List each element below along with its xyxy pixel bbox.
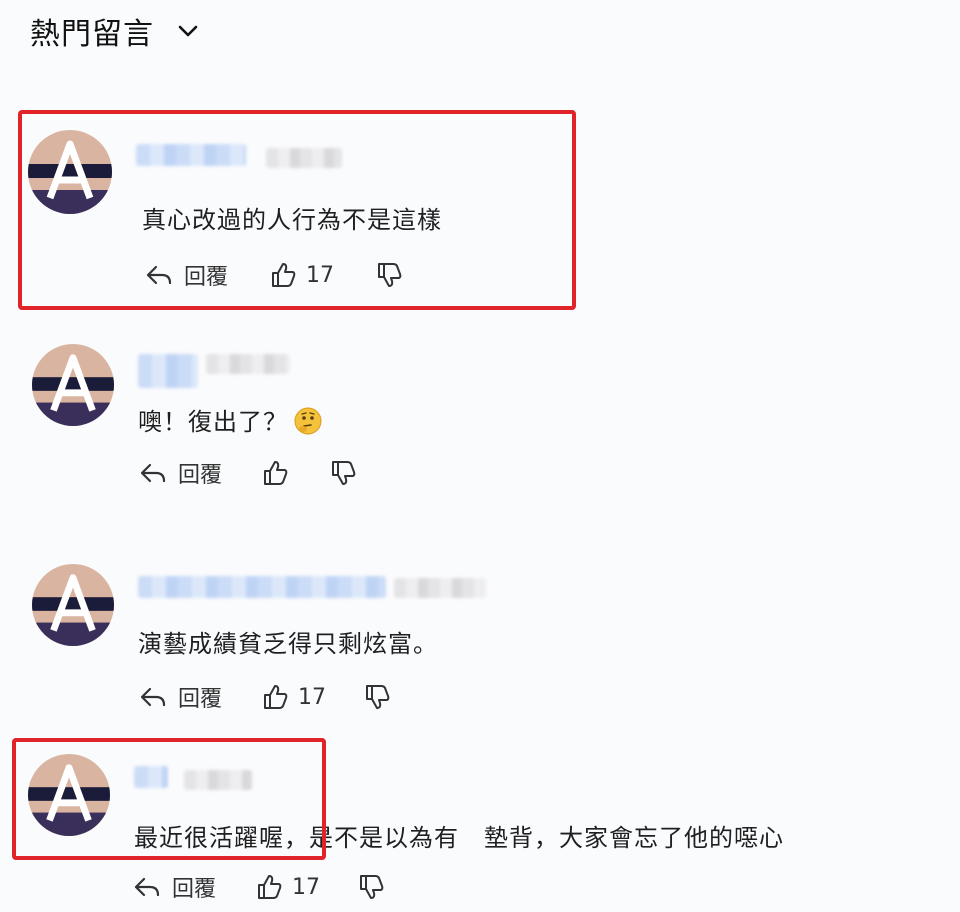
reply-icon[interactable] [138, 458, 168, 488]
reply-icon[interactable] [138, 682, 168, 712]
avatar[interactable] [32, 344, 114, 426]
comment-text: 噢！復出了？ [138, 402, 322, 437]
highlight-box [18, 110, 576, 310]
comments-sort-header[interactable]: 熱門留言 [30, 8, 200, 54]
thumbs-down-icon[interactable] [362, 682, 392, 712]
comment-text: 演藝成績貧乏得只剩炫富。 [138, 630, 438, 658]
comment-item-3: 演藝成績貧乏得只剩炫富。 回覆 17 [0, 560, 960, 720]
avatar-letter-a-icon [32, 344, 114, 426]
reply-button[interactable]: 回覆 [178, 457, 222, 489]
thinking-face-emoji-icon [294, 407, 322, 435]
timestamp-redacted [206, 354, 290, 374]
username-redacted [138, 576, 386, 598]
chevron-down-icon[interactable] [176, 19, 200, 43]
thumbs-up-icon[interactable] [260, 682, 290, 712]
comment-actions: 回覆 17 [138, 680, 392, 714]
comment-item-2: 噢！復出了？ 回覆 [0, 340, 960, 500]
reply-button[interactable]: 回覆 [178, 681, 222, 713]
reply-button[interactable]: 回覆 [172, 871, 216, 903]
thumbs-up-icon[interactable] [254, 872, 284, 902]
comment-text-content: 噢！復出了？ [138, 408, 288, 436]
timestamp-redacted [394, 578, 486, 598]
like-count: 17 [292, 874, 321, 900]
page-title: 熱門留言 [30, 17, 154, 52]
avatar-letter-a-icon [32, 564, 114, 646]
like-count: 17 [298, 684, 327, 710]
thumbs-down-icon[interactable] [356, 872, 386, 902]
username-redacted [138, 354, 198, 388]
comment-actions: 回覆 17 [132, 870, 386, 904]
reply-icon[interactable] [132, 872, 162, 902]
thumbs-up-icon[interactable] [260, 458, 290, 488]
thumbs-down-icon[interactable] [328, 458, 358, 488]
highlight-box [12, 738, 326, 860]
comment-actions: 回覆 [138, 456, 358, 490]
avatar[interactable] [32, 564, 114, 646]
